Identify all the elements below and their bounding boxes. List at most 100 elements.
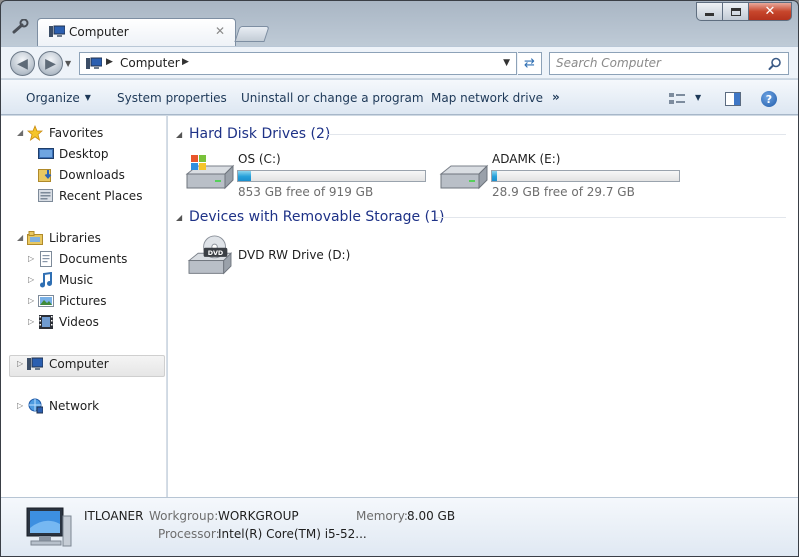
drive-os-c[interactable]: OS (C:) 853 GB free of 919 GB [185, 152, 435, 199]
sidebar-item-music[interactable]: ▷ Music [1, 271, 161, 291]
view-options-dropdown-icon[interactable]: ▼ [695, 93, 701, 102]
expand-icon[interactable]: ▷ [28, 275, 34, 284]
capacity-bar [491, 170, 680, 182]
collapse-icon[interactable]: ◢ [176, 130, 182, 139]
content-pane: ◢ Hard Disk Drives (2) OS (C:) 853 GB fr… [168, 116, 798, 497]
breadcrumb-chevron-icon[interactable]: ▶ [182, 57, 189, 67]
breadcrumb-computer[interactable]: Computer [120, 56, 180, 70]
forward-button[interactable]: ▶ [38, 51, 63, 76]
maximize-button[interactable] [723, 2, 749, 21]
address-dropdown-icon[interactable]: ▼ [503, 58, 510, 68]
new-tab-button[interactable] [234, 26, 270, 42]
sidebar-item-documents[interactable]: ▷ Documents [1, 250, 161, 270]
sidebar-item-pictures[interactable]: ▷ Pictures [1, 292, 161, 312]
tab-strip: Computer ✕ ✕ [1, 1, 798, 46]
sidebar-item-videos[interactable]: ▷ Videos [1, 313, 161, 333]
sidebar-item-downloads[interactable]: Downloads [1, 166, 161, 186]
command-bar: Organize ▼ System properties Uninstall or… [1, 79, 798, 115]
documents-icon [40, 251, 52, 267]
details-pane: ITLOANER Workgroup: WORKGROUP Memory: 8.… [1, 497, 798, 556]
sidebar-item-favorites[interactable]: ◢ Favorites [1, 124, 161, 144]
drive-name: ADAMK (E:) [492, 152, 561, 166]
sidebar-item-label: Computer [49, 357, 109, 371]
tab-title: Computer [69, 25, 129, 39]
sidebar-item-label: Network [49, 399, 100, 413]
svg-text:DVD: DVD [208, 249, 224, 257]
refresh-button[interactable]: ⇄ [518, 52, 542, 75]
drive-adamk-e[interactable]: ADAMK (E:) 28.9 GB free of 29.7 GB [439, 152, 689, 199]
sidebar-item-label: Recent Places [59, 189, 143, 203]
capacity-fill [492, 171, 498, 181]
sidebar-item-label: Documents [59, 252, 128, 266]
sidebar-item-desktop[interactable]: Desktop [1, 145, 161, 165]
recent-pages-dropdown[interactable]: ▼ [65, 59, 71, 68]
maximize-icon [730, 7, 741, 16]
sidebar-item-recent-places[interactable]: Recent Places [1, 187, 161, 207]
collapse-icon[interactable]: ◢ [17, 128, 23, 137]
uninstall-program-button[interactable]: Uninstall or change a program [241, 91, 424, 105]
drive-name: OS (C:) [238, 152, 281, 166]
computer-icon [86, 57, 102, 69]
address-bar[interactable]: ▶ Computer ▶ ▼ [79, 52, 517, 75]
memory-label: Memory: [356, 509, 408, 523]
hard-drive-icon [439, 164, 489, 190]
downloads-folder-icon [38, 169, 52, 182]
group-title: Devices with Removable Storage (1) [189, 209, 445, 225]
expand-icon[interactable]: ▷ [28, 296, 34, 305]
drive-free-space: 853 GB free of 919 GB [238, 185, 374, 199]
wrench-icon[interactable] [11, 19, 31, 35]
workgroup-value: WORKGROUP [218, 509, 299, 523]
sidebar-item-label: Downloads [59, 168, 125, 182]
drive-dvd-rw-d[interactable]: DVD DVD RW Drive (D:) [185, 235, 435, 281]
videos-icon [39, 315, 53, 329]
minimize-button[interactable] [696, 2, 723, 21]
memory-value: 8.00 GB [407, 509, 456, 523]
organize-button[interactable]: Organize ▼ [26, 91, 91, 105]
expand-icon[interactable]: ▷ [28, 254, 34, 263]
back-button[interactable]: ◀ [10, 51, 35, 76]
sidebar-item-label: Favorites [49, 126, 104, 140]
close-button[interactable]: ✕ [749, 2, 792, 21]
music-icon [40, 272, 52, 288]
computer-name: ITLOANER [84, 509, 144, 523]
map-network-drive-button[interactable]: Map network drive [431, 91, 543, 105]
processor-value: Intel(R) Core(TM) i5-52... [218, 527, 367, 541]
refresh-icon: ⇄ [524, 56, 535, 71]
libraries-icon [27, 231, 43, 245]
search-input[interactable] [556, 56, 766, 70]
expand-icon[interactable]: ▷ [17, 401, 23, 410]
more-commands-button[interactable]: » [552, 90, 560, 104]
chevron-down-icon: ▼ [84, 93, 91, 102]
computer-icon [27, 357, 43, 370]
sidebar-item-network[interactable]: ▷ Network [1, 397, 161, 417]
sidebar-item-label: Videos [59, 315, 99, 329]
collapse-icon[interactable]: ◢ [17, 233, 23, 242]
sidebar-item-label: Desktop [59, 147, 109, 161]
expand-icon[interactable]: ▷ [28, 317, 34, 326]
sidebar-item-label: Music [59, 273, 94, 287]
search-box[interactable] [549, 52, 789, 75]
capacity-bar [237, 170, 426, 182]
group-divider [328, 134, 786, 135]
sidebar-item-libraries[interactable]: ◢ Libraries [1, 229, 161, 249]
sidebar-item-computer[interactable]: ▷ Computer [1, 355, 161, 375]
preview-pane-icon[interactable] [725, 92, 741, 106]
breadcrumb-chevron-icon[interactable]: ▶ [106, 57, 113, 67]
help-icon[interactable]: ? [761, 91, 777, 107]
dvd-drive-icon: DVD [187, 235, 233, 275]
sidebar-item-label: Libraries [49, 231, 101, 245]
search-icon[interactable] [768, 57, 782, 71]
change-view-icon[interactable] [669, 92, 685, 106]
tab-computer[interactable]: Computer ✕ [37, 18, 236, 46]
expand-icon[interactable]: ▷ [17, 359, 23, 368]
workgroup-label: Workgroup: [149, 509, 219, 523]
drive-free-space: 28.9 GB free of 29.7 GB [492, 185, 635, 199]
navigation-pane: ◢ Favorites Desktop Downloads Recent Pla… [1, 116, 167, 497]
address-row: ◀ ▶ ▼ ▶ Computer ▶ ▼ ⇄ [1, 46, 798, 78]
system-properties-button[interactable]: System properties [117, 91, 227, 105]
tab-close-icon[interactable]: ✕ [215, 24, 225, 38]
collapse-icon[interactable]: ◢ [176, 213, 182, 222]
organize-label: Organize [26, 91, 80, 105]
star-icon [27, 125, 43, 141]
group-title: Hard Disk Drives (2) [189, 126, 331, 142]
